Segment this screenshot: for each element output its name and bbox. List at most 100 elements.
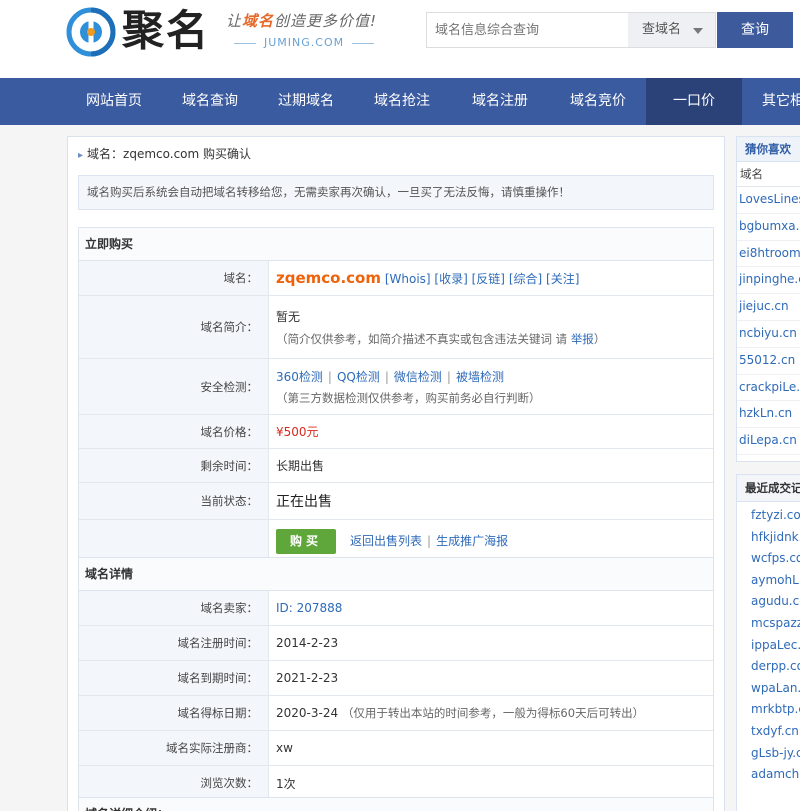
row-views: 浏览次数： 1次 [79, 766, 713, 800]
buy-section-title: 立即购买 [79, 228, 713, 261]
seller-id-link[interactable]: ID: 207888 [276, 601, 713, 615]
row-reg-date: 域名注册时间： 2014-2-23 [79, 626, 713, 661]
win-date-value: 2020-3-24 [276, 706, 339, 720]
main-panel: ▸ 域名：zqemco.com 购买确认 域名购买后系统会自动把域名转移给您，无需… [67, 136, 725, 811]
price-value: ¥500元 [276, 425, 319, 439]
list-item[interactable]: fztyzi.com [737, 505, 800, 527]
check-qq-link[interactable]: QQ检测 [337, 370, 380, 384]
search-input[interactable] [426, 12, 628, 48]
overview-link[interactable]: [综合] [509, 272, 542, 286]
main-nav: 网站首页 域名查询 过期域名 域名抢注 域名注册 域名竞价 一口价 其它相关 [0, 78, 800, 125]
follow-link[interactable]: [关注] [546, 272, 579, 286]
buy-button[interactable]: 购买 [276, 529, 336, 554]
list-item[interactable]: wpaLan. [737, 678, 800, 700]
search-type-select[interactable]: 查域名 [628, 12, 716, 48]
breadcrumb: ▸ 域名：zqemco.com 购买确认 [78, 147, 252, 161]
nav-item-domain-query[interactable]: 域名查询 [162, 78, 258, 125]
label-intro: 域名简介： [79, 296, 269, 358]
win-date-note: （仅用于转出本站的时间参考，一般为得标60天后可转出） [341, 706, 645, 720]
views-value: 1次 [276, 776, 296, 791]
list-item[interactable]: 55012.cn [737, 348, 800, 375]
list-item[interactable]: ippaLec.c [737, 635, 800, 657]
list-item[interactable]: gLsb-jy.c [737, 743, 800, 765]
label-domain: 域名： [79, 261, 269, 295]
list-item[interactable]: txdyf.cn [737, 721, 800, 743]
poster-link[interactable]: 生成推广海报 [436, 534, 508, 548]
reg-date-value: 2014-2-23 [276, 636, 339, 650]
recent-deals-panel: 最近成交记 fztyzi.com hfkjidnk. wcfps.co aymo… [736, 474, 800, 811]
intro-value: 暂无 [276, 309, 301, 324]
nav-item-auction[interactable]: 域名竞价 [550, 78, 646, 125]
guess-title: 猜你喜欢 [737, 137, 800, 162]
row-registrar: 域名实际注册商： xw [79, 731, 713, 766]
nav-item-register[interactable]: 域名注册 [450, 78, 550, 125]
whois-link[interactable]: [Whois] [385, 272, 431, 286]
row-win-date: 域名得标日期： 2020-3-24 （仅用于转出本站的时间参考，一般为得标60天… [79, 696, 713, 731]
registrar-value: xw [276, 741, 293, 755]
row-domain: 域名： zqemco.com [Whois] [收录] [反链] [综合] [关… [79, 261, 713, 296]
site-header: 聚名 让域名创造更多价值! JUMING.COM 查域名 查询 [0, 0, 800, 78]
logo-url: JUMING.COM [226, 36, 382, 49]
nav-item-other[interactable]: 其它相关 [742, 78, 800, 125]
guess-subheader: 域名 [737, 162, 800, 187]
list-item[interactable]: wcfps.co [737, 548, 800, 570]
exp-date-value: 2021-2-23 [276, 671, 339, 685]
label-remaining: 剩余时间： [79, 449, 269, 482]
check-360-link[interactable]: 360检测 [276, 370, 323, 384]
label-price: 域名价格： [79, 415, 269, 448]
list-item[interactable]: ncbiyu.cn [737, 321, 800, 348]
logo-text[interactable]: 聚名 [122, 2, 210, 60]
check-blocked-link[interactable]: 被墙检测 [456, 370, 504, 384]
logo-icon[interactable] [66, 7, 116, 57]
list-item[interactable]: derpp.co [737, 656, 800, 678]
list-item[interactable]: ei8htrooms [737, 241, 800, 268]
row-remaining: 剩余时间： 长期出售 [79, 449, 713, 483]
list-item[interactable]: hzkLn.cn [737, 401, 800, 429]
remaining-value: 长期出售 [276, 459, 325, 473]
row-status: 当前状态： 正在出售 [79, 483, 713, 520]
row-security: 安全检测： 360检测 | QQ检测 | 微信检测 | 被墙检测 （第三方数据检测仅供参考，… [79, 359, 713, 415]
search-button[interactable]: 查询 [717, 12, 793, 48]
label-status: 当前状态： [79, 483, 269, 519]
detail-section-title: 域名详情 [79, 558, 713, 591]
row-intro: 域名简介： 暂无 （简介仅供参考，如简介描述不真实或包含违法关键词 请 举报） [79, 296, 713, 359]
arrow-right-icon: ▸ [78, 150, 84, 161]
list-item[interactable]: jiejuc.cn [737, 294, 800, 321]
report-link[interactable]: 举报 [571, 332, 594, 346]
list-item[interactable]: crackpiLe.c [737, 375, 800, 402]
recent-list: fztyzi.com hfkjidnk. wcfps.co aymohL. ag… [737, 502, 800, 786]
domain-name[interactable]: zqemco.com [276, 269, 381, 287]
list-item[interactable]: agudu.co [737, 591, 800, 613]
intro-section: 域名详细介绍： [78, 797, 714, 811]
backlink-link[interactable]: [反链] [472, 272, 505, 286]
slogan: 让域名创造更多价值! [226, 12, 378, 30]
list-item[interactable]: mrkbtp.c [737, 699, 800, 721]
index-link[interactable]: [收录] [434, 272, 467, 286]
guess-list: LovesLines bgbumxa.c ei8htrooms jinpingh… [737, 187, 800, 455]
row-price: 域名价格： ¥500元 [79, 415, 713, 449]
intro-section-title: 域名详细介绍： [79, 798, 713, 811]
check-wechat-link[interactable]: 微信检测 [394, 370, 442, 384]
list-item[interactable]: diLepa.cn [737, 428, 800, 455]
list-item[interactable]: jinpinghe.c [737, 267, 800, 295]
purchase-notice: 域名购买后系统会自动把域名转移给您，无需卖家再次确认，一旦买了无法反悔，请慎重操… [78, 175, 714, 210]
list-item[interactable]: mcspazz [737, 613, 800, 635]
nav-item-expired[interactable]: 过期域名 [258, 78, 354, 125]
list-item[interactable]: LovesLines [737, 187, 800, 214]
status-value: 正在出售 [276, 494, 332, 510]
label-security: 安全检测： [79, 359, 269, 414]
row-seller: 域名卖家： ID: 207888 [79, 591, 713, 626]
row-exp-date: 域名到期时间： 2021-2-23 [79, 661, 713, 696]
nav-item-home[interactable]: 网站首页 [66, 78, 162, 125]
intro-note: （简介仅供参考，如简介描述不真实或包含违法关键词 请 举报） [276, 331, 606, 346]
recent-title: 最近成交记 [737, 475, 800, 502]
nav-item-fixed-price[interactable]: 一口价 [646, 78, 742, 125]
back-to-list-link[interactable]: 返回出售列表 [350, 534, 422, 548]
nav-item-snap[interactable]: 域名抢注 [354, 78, 450, 125]
buy-section: 立即购买 域名： zqemco.com [Whois] [收录] [反链] [综… [78, 227, 714, 564]
list-item[interactable]: bgbumxa.c [737, 214, 800, 241]
list-item[interactable]: adamche [737, 764, 800, 786]
guess-you-like-panel: 猜你喜欢 域名 LovesLines bgbumxa.c ei8htrooms … [736, 136, 800, 462]
list-item[interactable]: hfkjidnk. [737, 527, 800, 549]
list-item[interactable]: aymohL. [737, 570, 800, 592]
